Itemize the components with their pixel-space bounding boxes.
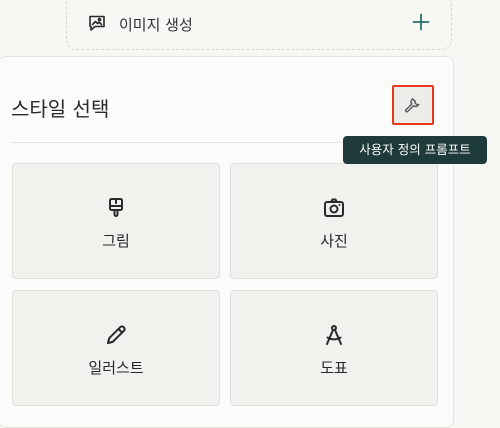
style-tile-diagram[interactable]: 도표 [230,290,438,406]
style-tile-illustration[interactable]: 일러스트 [12,290,220,406]
style-select-panel: 스타일 선택 그림 사진 일러스트 도표 [0,56,454,428]
create-image-label: 이미지 생성 [119,16,193,34]
custom-prompt-button[interactable] [392,85,434,125]
pencil-icon [104,323,128,347]
image-chat-icon [87,13,107,33]
style-tile-photo[interactable]: 사진 [230,163,438,279]
style-label: 그림 [102,232,130,250]
camera-icon [322,196,346,220]
panel-title: 스타일 선택 [11,97,110,121]
create-image-row[interactable]: 이미지 생성 [66,0,452,50]
custom-prompt-tooltip: 사용자 정의 프롬프트 [343,136,487,164]
style-label: 사진 [320,232,348,250]
wrench-icon [405,98,420,113]
style-label: 도표 [320,359,348,377]
style-label: 일러스트 [88,359,144,377]
compass-icon [322,323,346,347]
plus-icon[interactable] [411,12,431,32]
paintbrush-icon [104,196,128,220]
style-tile-painting[interactable]: 그림 [12,163,220,279]
